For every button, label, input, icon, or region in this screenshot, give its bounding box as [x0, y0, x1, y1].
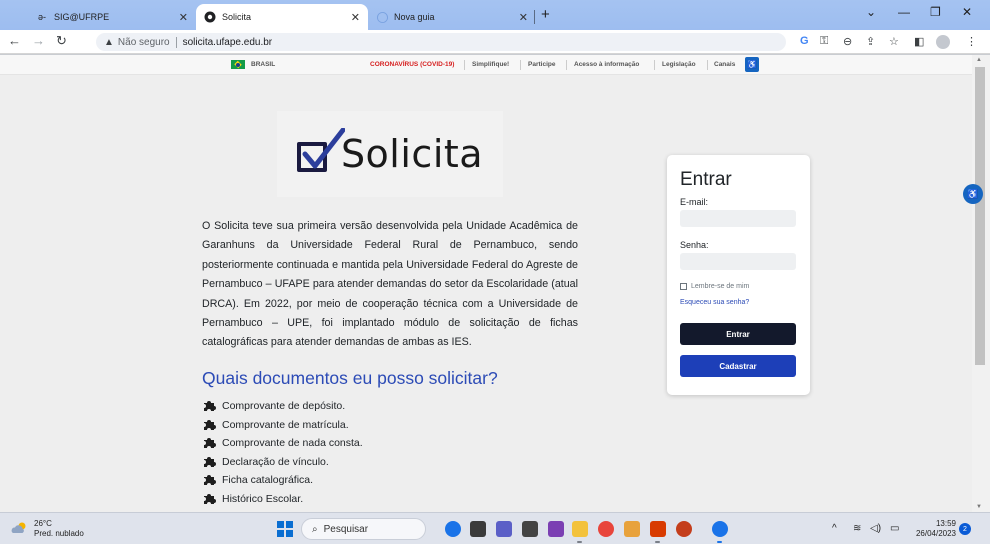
bing-app-icon[interactable]	[445, 521, 461, 537]
puzzle-icon	[204, 475, 216, 486]
share-icon[interactable]: ⇪	[866, 35, 875, 48]
app-icon-red[interactable]	[676, 521, 692, 537]
gov-link-acesso[interactable]: Acesso à informação	[574, 61, 639, 68]
search-icon: ⌕	[312, 523, 318, 535]
wifi-icon[interactable]: ≋	[853, 523, 861, 534]
zoom-icon[interactable]: ⊖	[843, 35, 852, 48]
windows-start-icon[interactable]	[277, 521, 293, 537]
intro-text: O Solicita teve sua primeira versão dese…	[202, 220, 578, 349]
tab-separator	[534, 10, 535, 24]
solicita-icon	[204, 11, 216, 23]
taskbar-search[interactable]: ⌕ Pesquisar	[301, 518, 426, 540]
app-icon-orange[interactable]	[624, 521, 640, 537]
close-icon[interactable]: ✕	[519, 11, 528, 24]
sidepanel-icon[interactable]: ◧	[914, 35, 924, 48]
notepad-icon[interactable]	[522, 521, 538, 537]
email-label: E-mail:	[680, 197, 709, 207]
puzzle-icon	[204, 493, 216, 504]
login-button[interactable]: Entrar	[680, 323, 796, 345]
scroll-up-icon[interactable]: ▲	[976, 57, 982, 63]
solicita-logo: Solicita	[277, 111, 503, 197]
forgot-password-link[interactable]: Esqueceu sua senha?	[680, 299, 749, 306]
notification-badge[interactable]: 2	[959, 523, 971, 535]
puzzle-icon	[204, 438, 216, 449]
gov-link-simplifique[interactable]: Simplifique!	[472, 61, 509, 68]
gov-link-participe[interactable]: Participe	[528, 61, 555, 68]
tab-sig-ufrpe[interactable]: ə- SIG@UFRPE ✕	[28, 4, 196, 30]
warning-icon[interactable]: ▲	[104, 37, 114, 48]
page-scrollbar[interactable]: ▲ ▼	[972, 55, 990, 512]
star-icon[interactable]: ☆	[889, 35, 899, 48]
file-explorer-icon[interactable]	[572, 521, 588, 537]
scroll-down-icon[interactable]: ▼	[976, 504, 982, 510]
new-tab-button[interactable]: +	[541, 6, 550, 23]
google-icon[interactable]: G	[800, 35, 809, 47]
remember-me[interactable]: Lembre-se de mim	[680, 283, 749, 290]
forward-icon[interactable]: →	[32, 33, 45, 48]
accessibility-icon[interactable]: ♿	[745, 57, 759, 72]
tab-search-icon[interactable]: ⌄	[866, 5, 876, 19]
address-bar[interactable]: ▲ Não seguro solicita.ufape.edu.br	[96, 33, 786, 51]
sig-icon: ə-	[37, 12, 46, 22]
list-item: Declaração de vínculo.	[202, 453, 363, 472]
puzzle-icon	[204, 419, 216, 430]
cloud-sun-icon[interactable]	[10, 522, 28, 534]
remember-checkbox[interactable]	[680, 283, 687, 290]
volume-icon[interactable]: ◁)	[870, 523, 881, 534]
login-title: Entrar	[680, 169, 732, 190]
gov-link-canais[interactable]: Canais	[714, 61, 735, 68]
app-icon-purple[interactable]	[548, 521, 564, 537]
tray-chevron-icon[interactable]: ^	[832, 523, 837, 534]
battery-icon[interactable]: ▭	[890, 523, 899, 534]
page-content: Solicita O Solicita teve sua primeira ve…	[0, 75, 972, 512]
list-item: Ficha catalográfica.	[202, 471, 363, 490]
browser-toolbar: ← → ↻ ▲ Não seguro solicita.ufape.edu.br…	[0, 30, 990, 54]
documents-list: Comprovante de depósito. Comprovante de …	[202, 397, 363, 508]
brazil-flag-icon	[231, 60, 245, 69]
gov-link-covid[interactable]: CORONAVÍRUS (COVID-19)	[370, 61, 454, 68]
menu-icon[interactable]: ⋮	[966, 35, 977, 48]
puzzle-icon	[204, 401, 216, 412]
powerpoint-icon[interactable]	[650, 521, 666, 537]
task-view-icon[interactable]	[470, 521, 486, 537]
list-item: Comprovante de depósito.	[202, 397, 363, 416]
documents-heading: Quais documentos eu posso solicitar?	[202, 368, 498, 388]
tab-nova-guia[interactable]: Nova guia ✕	[368, 4, 536, 30]
teams-icon[interactable]	[496, 521, 512, 537]
list-item: Comprovante de matrícula.	[202, 416, 363, 435]
gov-bar: BRASIL CORONAVÍRUS (COVID-19) Simplifiqu…	[0, 55, 972, 75]
tab-strip: ə- SIG@UFRPE ✕ Solicita ✕ Nova guia ✕ + …	[0, 0, 990, 30]
key-icon[interactable]: ⚿	[820, 35, 828, 48]
chrome-icon[interactable]	[598, 521, 614, 537]
scroll-thumb[interactable]	[975, 67, 985, 365]
close-icon[interactable]: ✕	[179, 11, 188, 24]
login-card: Entrar E-mail: Senha: Lembre-se de mim E…	[667, 155, 810, 395]
tab-solicita[interactable]: Solicita ✕	[196, 4, 368, 30]
profile-avatar[interactable]	[936, 35, 950, 49]
brasil-link[interactable]: BRASIL	[231, 60, 275, 69]
url-text: solicita.ufape.edu.br	[182, 36, 273, 48]
puzzle-icon	[204, 456, 216, 467]
chrome-dev-icon[interactable]	[712, 521, 728, 537]
weather-widget[interactable]: 26°C Pred. nublado	[34, 519, 84, 539]
list-item: Histórico Escolar.	[202, 490, 363, 509]
chrome-icon	[376, 11, 388, 23]
minimize-button[interactable]: —	[898, 5, 910, 19]
reload-icon[interactable]: ↻	[56, 33, 67, 49]
accessibility-float-icon[interactable]: ♿	[963, 184, 983, 204]
list-item: Comprovante de nada consta.	[202, 434, 363, 453]
taskbar: 26°C Pred. nublado ⌕ Pesquisar ^ ≋ ◁) ▭ …	[0, 512, 990, 544]
close-window-button[interactable]: ✕	[962, 5, 972, 19]
restore-button[interactable]: ❐	[930, 5, 941, 19]
email-field[interactable]	[680, 210, 796, 227]
password-label: Senha:	[680, 240, 709, 250]
close-icon[interactable]: ✕	[351, 11, 360, 24]
register-button[interactable]: Cadastrar	[680, 355, 796, 377]
password-field[interactable]	[680, 253, 796, 270]
back-icon[interactable]: ←	[8, 33, 21, 48]
checkbox-logo-icon	[296, 128, 345, 172]
gov-link-legislacao[interactable]: Legislação	[662, 61, 696, 68]
clock[interactable]: 13:59 26/04/2023	[908, 519, 956, 539]
